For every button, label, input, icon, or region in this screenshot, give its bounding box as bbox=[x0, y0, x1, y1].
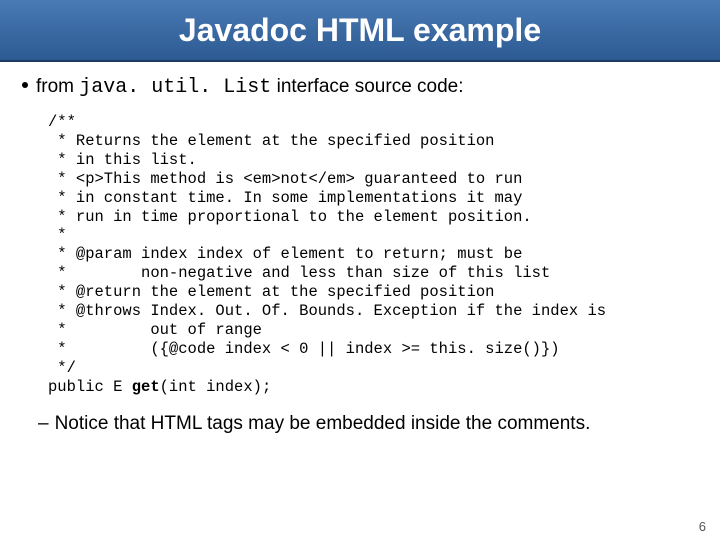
code-line: * @throws Index. Out. Of. Bounds. Except… bbox=[48, 302, 606, 320]
dash-icon: – bbox=[38, 413, 49, 434]
code-sig-pre: public E bbox=[48, 378, 132, 396]
code-line: */ bbox=[48, 359, 76, 377]
code-line: * out of range bbox=[48, 321, 262, 339]
code-line: * <p>This method is <em>not</em> guarant… bbox=[48, 170, 522, 188]
code-line: * in constant time. In some implementati… bbox=[48, 189, 522, 207]
bullet-mono: java. util. List bbox=[79, 76, 271, 99]
code-line: * non-negative and less than size of thi… bbox=[48, 264, 550, 282]
bullet-prefix: from bbox=[36, 76, 79, 97]
code-line: * @param index index of element to retur… bbox=[48, 245, 522, 263]
title-bar: Javadoc HTML example bbox=[0, 0, 720, 62]
code-line: /** bbox=[48, 113, 76, 131]
code-line: * in this list. bbox=[48, 151, 197, 169]
code-line: * @return the element at the specified p… bbox=[48, 283, 494, 301]
sub-bullet-notice: –Notice that HTML tags may be embedded i… bbox=[38, 413, 700, 435]
code-line: * run in time proportional to the elemen… bbox=[48, 208, 532, 226]
page-number: 6 bbox=[699, 519, 706, 534]
bullet-from-source: from java. util. List interface source c… bbox=[20, 76, 700, 99]
slide-title: Javadoc HTML example bbox=[179, 12, 541, 49]
code-sig-bold: get bbox=[132, 378, 160, 396]
code-line: * bbox=[48, 226, 67, 244]
code-line: * ({@code index < 0 || index >= this. si… bbox=[48, 340, 560, 358]
bullet-icon bbox=[22, 82, 28, 88]
content-area: from java. util. List interface source c… bbox=[0, 62, 720, 435]
code-line: * Returns the element at the specified p… bbox=[48, 132, 494, 150]
javadoc-code-block: /** * Returns the element at the specifi… bbox=[48, 113, 700, 397]
code-sig-post: (int index); bbox=[160, 378, 272, 396]
sub-bullet-text: Notice that HTML tags may be embedded in… bbox=[55, 413, 591, 434]
bullet-suffix: interface source code: bbox=[271, 76, 463, 97]
